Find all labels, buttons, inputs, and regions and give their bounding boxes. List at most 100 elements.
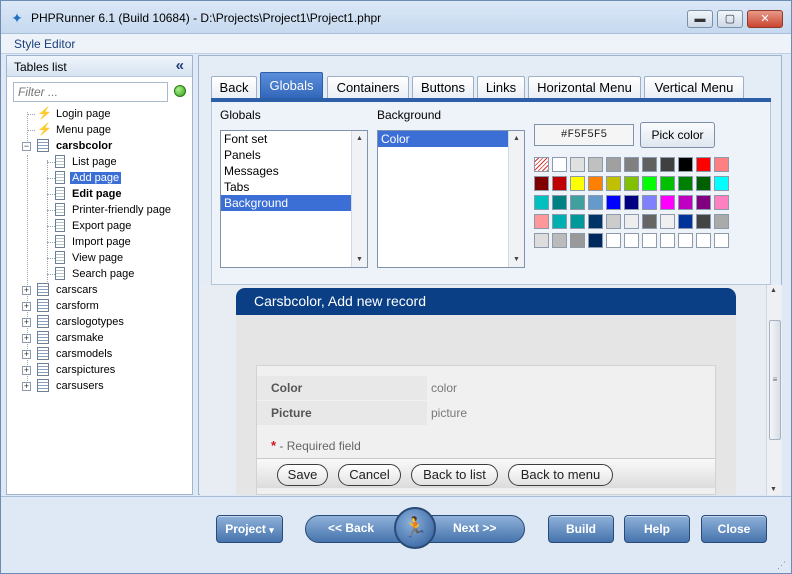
- color-swatch[interactable]: [570, 233, 585, 248]
- color-swatch[interactable]: [552, 214, 567, 229]
- tab-links[interactable]: Links: [477, 76, 525, 100]
- color-swatch[interactable]: [570, 176, 585, 191]
- color-swatch[interactable]: [660, 157, 675, 172]
- color-swatch[interactable]: [678, 214, 693, 229]
- tab-buttons[interactable]: Buttons: [412, 76, 474, 100]
- color-swatch[interactable]: [696, 157, 711, 172]
- color-swatch[interactable]: [588, 233, 603, 248]
- color-swatch[interactable]: [534, 157, 549, 172]
- tree-item-add-page[interactable]: Add page: [55, 170, 122, 186]
- color-swatch[interactable]: [570, 214, 585, 229]
- back-button[interactable]: << Back: [328, 521, 374, 535]
- color-swatch[interactable]: [714, 176, 729, 191]
- tree-item-carsmake[interactable]: carsmake: [37, 330, 106, 346]
- color-swatch[interactable]: [606, 233, 621, 248]
- color-swatch[interactable]: [552, 176, 567, 191]
- help-button[interactable]: Help: [624, 515, 690, 543]
- list-item-selected[interactable]: Color: [378, 131, 508, 147]
- color-value-field[interactable]: #F5F5F5: [534, 124, 634, 146]
- color-swatch[interactable]: [534, 214, 549, 229]
- preview-scrollbar[interactable]: ▲ ≡ ▼: [766, 285, 782, 495]
- scroll-up-icon[interactable]: ▲: [509, 131, 524, 146]
- color-swatch[interactable]: [552, 195, 567, 210]
- color-swatch[interactable]: [606, 214, 621, 229]
- tree-item-list-page[interactable]: List page: [55, 154, 119, 170]
- color-swatch[interactable]: [714, 157, 729, 172]
- preview-back-to-list-button[interactable]: Back to list: [411, 464, 498, 486]
- run-icon[interactable]: 🏃: [394, 507, 436, 549]
- color-swatch[interactable]: [606, 157, 621, 172]
- color-swatch[interactable]: [534, 176, 549, 191]
- scroll-down-icon[interactable]: ▼: [352, 252, 367, 267]
- color-swatch[interactable]: [678, 176, 693, 191]
- color-swatch[interactable]: [534, 233, 549, 248]
- pick-color-button[interactable]: Pick color: [640, 122, 715, 148]
- color-swatch[interactable]: [660, 233, 675, 248]
- build-button[interactable]: Build: [548, 515, 614, 543]
- color-swatch[interactable]: [624, 176, 639, 191]
- preview-back-to-menu-button[interactable]: Back to menu: [508, 464, 613, 486]
- tree-item-printer-page[interactable]: Printer-friendly page: [55, 202, 173, 218]
- tree-item-menu-page[interactable]: ⚡ Menu page: [37, 122, 113, 138]
- color-swatch[interactable]: [606, 195, 621, 210]
- expand-node-icon[interactable]: +: [22, 286, 31, 295]
- expand-node-icon[interactable]: +: [22, 382, 31, 391]
- color-swatch[interactable]: [696, 233, 711, 248]
- color-swatch[interactable]: [678, 233, 693, 248]
- color-swatch[interactable]: [588, 176, 603, 191]
- globals-scrollbar[interactable]: ▲ ▼: [351, 131, 367, 267]
- tree-item-carsform[interactable]: carsform: [37, 298, 101, 314]
- tree-item-carspictures[interactable]: carspictures: [37, 362, 117, 378]
- background-list[interactable]: Color ▲ ▼: [377, 130, 525, 268]
- scroll-up-icon[interactable]: ▲: [352, 131, 367, 146]
- list-item[interactable]: Tabs: [221, 179, 367, 195]
- tab-containers[interactable]: Containers: [327, 76, 409, 100]
- color-swatch[interactable]: [570, 157, 585, 172]
- tree-item-carslogotypes[interactable]: carslogotypes: [37, 314, 126, 330]
- expand-node-icon[interactable]: +: [22, 318, 31, 327]
- tree-item-carsmodels[interactable]: carsmodels: [37, 346, 114, 362]
- menu-style-editor[interactable]: Style Editor: [14, 37, 75, 51]
- color-swatch[interactable]: [624, 157, 639, 172]
- color-swatch[interactable]: [660, 195, 675, 210]
- color-swatch[interactable]: [624, 214, 639, 229]
- tree-item-search-page[interactable]: Search page: [55, 266, 136, 282]
- color-swatch[interactable]: [660, 176, 675, 191]
- color-swatch[interactable]: [552, 157, 567, 172]
- tree-item-carscars[interactable]: carscars: [37, 282, 100, 298]
- list-item[interactable]: Messages: [221, 163, 367, 179]
- tree-item-carsusers[interactable]: carsusers: [37, 378, 106, 394]
- color-swatch[interactable]: [714, 214, 729, 229]
- color-swatch[interactable]: [642, 214, 657, 229]
- expand-node-icon[interactable]: +: [22, 366, 31, 375]
- tree-item-export-page[interactable]: Export page: [55, 218, 133, 234]
- scroll-down-icon[interactable]: ▼: [509, 252, 524, 267]
- color-swatch[interactable]: [642, 195, 657, 210]
- color-swatch[interactable]: [714, 195, 729, 210]
- globals-list[interactable]: Font set Panels Messages Tabs Background…: [220, 130, 368, 268]
- tree-item-login-page[interactable]: ⚡ Login page: [37, 106, 112, 122]
- tree-item-view-page[interactable]: View page: [55, 250, 125, 266]
- tab-vertical-menu[interactable]: Vertical Menu: [644, 76, 744, 100]
- color-swatch[interactable]: [696, 195, 711, 210]
- close-window-button[interactable]: ✕: [747, 10, 783, 28]
- collapse-node-icon[interactable]: −: [22, 142, 31, 151]
- color-swatch[interactable]: [588, 157, 603, 172]
- color-swatch[interactable]: [714, 233, 729, 248]
- color-swatch[interactable]: [696, 214, 711, 229]
- tree-item-import-page[interactable]: Import page: [55, 234, 133, 250]
- next-button[interactable]: Next >>: [453, 521, 496, 535]
- scroll-thumb[interactable]: ≡: [769, 320, 781, 440]
- color-swatch[interactable]: [678, 195, 693, 210]
- expand-node-icon[interactable]: +: [22, 302, 31, 311]
- color-swatch[interactable]: [624, 195, 639, 210]
- color-swatch[interactable]: [642, 157, 657, 172]
- color-swatch[interactable]: [588, 214, 603, 229]
- list-item[interactable]: Panels: [221, 147, 367, 163]
- minimize-button[interactable]: ▬: [687, 10, 713, 28]
- close-button[interactable]: Close: [701, 515, 767, 543]
- color-swatch[interactable]: [678, 157, 693, 172]
- color-swatch[interactable]: [642, 233, 657, 248]
- tab-back[interactable]: Back: [211, 76, 257, 100]
- maximize-button[interactable]: ▢: [717, 10, 743, 28]
